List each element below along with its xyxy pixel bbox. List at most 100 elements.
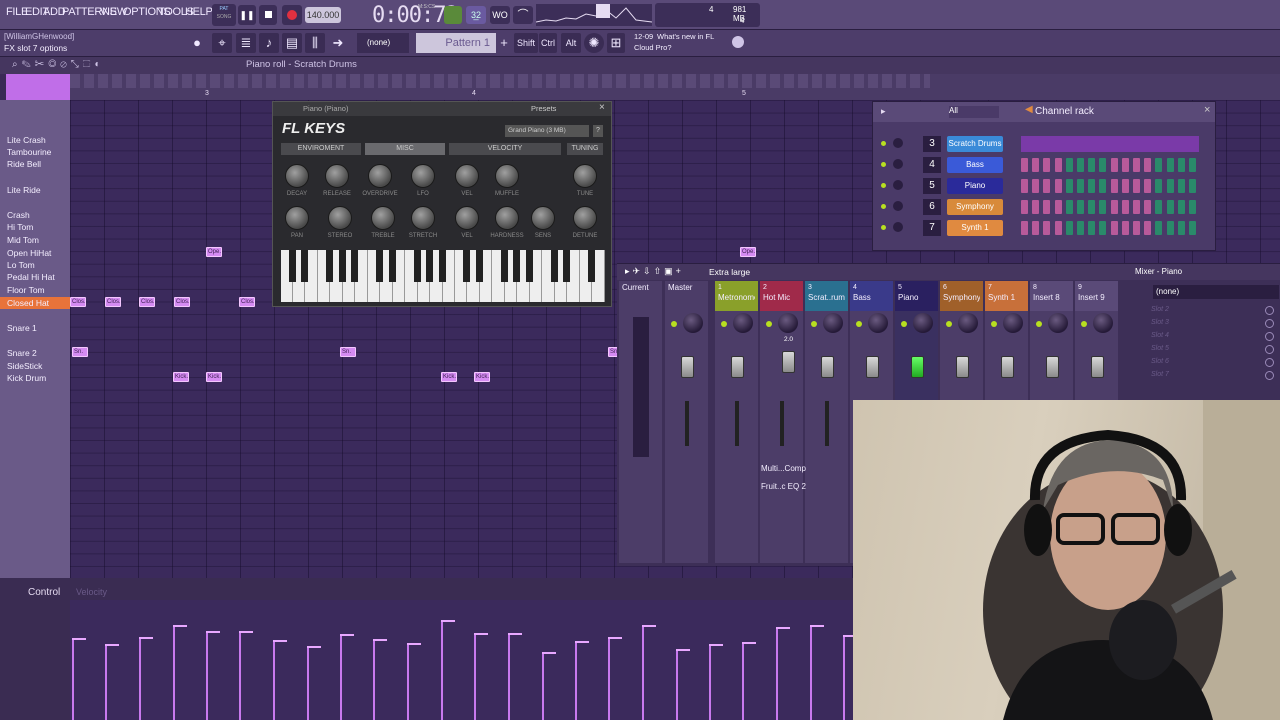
track-led[interactable]: [1081, 321, 1087, 327]
pan-knob[interactable]: [958, 313, 978, 333]
channel-volume-knob[interactable]: [893, 222, 903, 232]
close-icon[interactable]: ×: [1204, 104, 1210, 116]
velocity-handle[interactable]: [676, 649, 690, 652]
step-button[interactable]: [1144, 200, 1152, 214]
mixer-icon[interactable]: ⫼: [305, 33, 325, 53]
track-led[interactable]: [1036, 321, 1042, 327]
pan-knob[interactable]: [778, 313, 798, 333]
drum-key-tambourine[interactable]: Tambourine: [0, 146, 70, 158]
black-key[interactable]: [500, 250, 508, 282]
step-button[interactable]: [1054, 221, 1062, 235]
help-button[interactable]: ?: [593, 125, 603, 137]
fx-slot[interactable]: Slot 5: [1151, 345, 1169, 352]
step-button[interactable]: [1121, 179, 1129, 193]
piano-roll-preview[interactable]: [1021, 136, 1199, 152]
note[interactable]: Kick.: [206, 372, 222, 382]
velocity-bar[interactable]: [776, 626, 778, 720]
fx-insert-name[interactable]: Multi...Comp: [761, 464, 806, 473]
black-key[interactable]: [588, 250, 596, 282]
velocity-bar[interactable]: [105, 643, 107, 720]
track-led[interactable]: [721, 321, 727, 327]
note[interactable]: Clos.: [174, 297, 190, 307]
globe-icon[interactable]: [732, 36, 744, 48]
channel-led[interactable]: [881, 162, 886, 167]
step-button[interactable]: [1054, 158, 1062, 172]
step-button[interactable]: [1166, 179, 1174, 193]
step-button[interactable]: [1043, 221, 1051, 235]
step-button[interactable]: [1065, 221, 1073, 235]
velocity-bar[interactable]: [139, 636, 141, 720]
channel-rack-icon[interactable]: ▤: [282, 33, 302, 53]
note[interactable]: Clos.: [70, 297, 86, 307]
plugin-title-bar[interactable]: Piano (Piano) Presets ×: [273, 102, 611, 116]
group-filter[interactable]: All: [949, 106, 999, 118]
step-button[interactable]: [1133, 200, 1140, 214]
velocity-lane[interactable]: [70, 600, 860, 720]
knob-lfo[interactable]: [411, 164, 435, 188]
step-button[interactable]: [1189, 179, 1196, 193]
drum-key-snare-2[interactable]: Snare 2: [0, 347, 70, 359]
velocity-handle[interactable]: [307, 646, 321, 649]
knob-sens[interactable]: [531, 206, 555, 230]
fx-slot[interactable]: Slot 2: [1151, 306, 1169, 313]
volume-fader[interactable]: [956, 356, 969, 378]
shift-button[interactable]: Shift: [514, 33, 538, 53]
velocity-bar[interactable]: [542, 652, 544, 720]
mixer-track-header[interactable]: 8 Insert 8: [1030, 281, 1073, 311]
stop-button[interactable]: [259, 5, 277, 25]
velocity-bar[interactable]: [173, 624, 175, 720]
velocity-handle[interactable]: [273, 640, 287, 643]
mixer-track-master[interactable]: Master: [665, 281, 708, 563]
mixer-track-current[interactable]: Current: [619, 281, 662, 563]
step-button[interactable]: [1177, 221, 1185, 235]
velocity-bar[interactable]: [307, 646, 309, 720]
pan-knob[interactable]: [683, 313, 703, 333]
step-button[interactable]: [1155, 200, 1163, 214]
velocity-bar[interactable]: [441, 619, 443, 720]
slot-toggle[interactable]: [1265, 345, 1274, 354]
note[interactable]: Clos.: [239, 297, 255, 307]
step-button[interactable]: [1032, 158, 1040, 172]
velocity-bar[interactable]: [608, 636, 610, 720]
mixer-track-hot-mic[interactable]: 2 Hot Mic 2.0: [760, 281, 803, 563]
pan-knob[interactable]: [1048, 313, 1068, 333]
step-button[interactable]: [1099, 158, 1107, 172]
black-key[interactable]: [388, 250, 396, 282]
add-pattern-icon[interactable]: +: [498, 33, 510, 53]
mixer-track-header[interactable]: Current: [619, 281, 662, 311]
keyboard[interactable]: [281, 250, 605, 302]
step-button[interactable]: [1144, 179, 1152, 193]
tab-misc[interactable]: MISC: [365, 143, 445, 155]
step-button[interactable]: [1054, 179, 1062, 193]
timeline-ruler[interactable]: 3 4 5: [70, 74, 1280, 100]
drum-key-hi-tom[interactable]: Hi Tom: [0, 221, 70, 233]
track-led[interactable]: [811, 321, 817, 327]
channel-mixer-track[interactable]: 5: [923, 178, 941, 194]
mixer-track-header[interactable]: 6 Symphony: [940, 281, 983, 311]
step-button[interactable]: [1155, 179, 1163, 193]
mixer-track-header[interactable]: 3 Scrat..rums: [805, 281, 848, 311]
drum-key-ride-bell[interactable]: Ride Bell: [0, 158, 70, 170]
velocity-handle[interactable]: [776, 626, 790, 629]
pan-knob[interactable]: [1003, 313, 1023, 333]
black-key[interactable]: [426, 250, 434, 282]
channel-led[interactable]: [881, 183, 886, 188]
step-button[interactable]: [1077, 221, 1084, 235]
volume-fader[interactable]: [731, 356, 744, 378]
channel-mixer-track[interactable]: 3: [923, 136, 941, 152]
channel-volume-knob[interactable]: [893, 201, 903, 211]
pan-knob[interactable]: [733, 313, 753, 333]
note[interactable]: Kick.: [173, 372, 189, 382]
channel-bass[interactable]: Bass: [947, 157, 1003, 173]
track-led[interactable]: [856, 321, 862, 327]
pattern-scroll[interactable]: [70, 74, 930, 88]
knob-stretch[interactable]: [411, 206, 435, 230]
step-button[interactable]: [1043, 158, 1051, 172]
note[interactable]: Kick.: [474, 372, 490, 382]
pan-knob[interactable]: [823, 313, 843, 333]
volume-fader[interactable]: [866, 356, 879, 378]
velocity-bar[interactable]: [474, 633, 476, 720]
snap-icon[interactable]: ⌖: [212, 33, 232, 53]
tab-enviroment[interactable]: ENVIROMENT: [281, 143, 361, 155]
volume-fader[interactable]: [782, 351, 795, 373]
